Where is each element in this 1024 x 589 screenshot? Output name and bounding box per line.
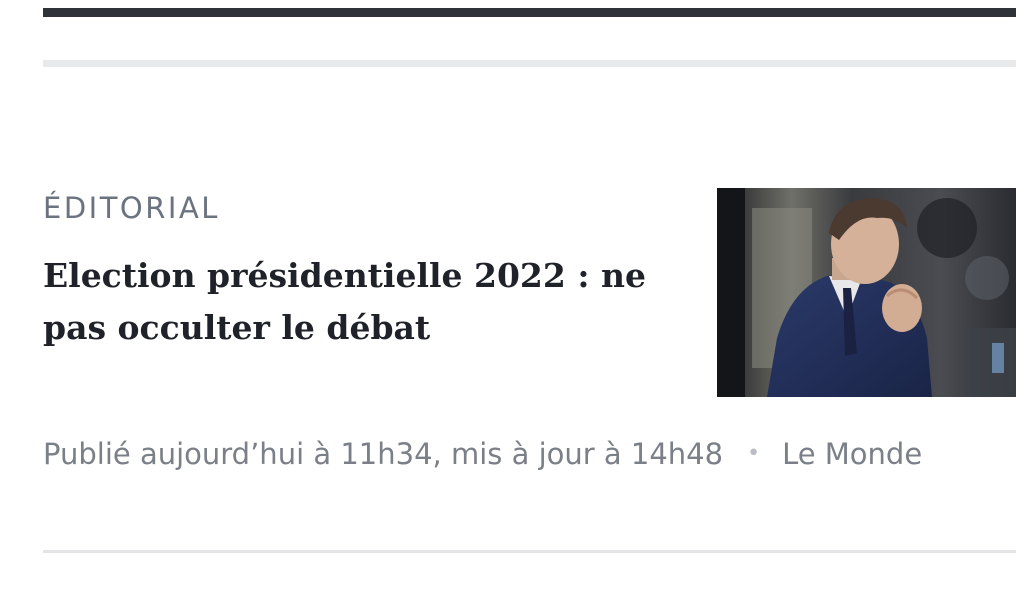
top-bar: [43, 8, 1016, 17]
article-headline[interactable]: Election présidentielle 2022 : ne pas oc…: [43, 250, 683, 354]
bottom-divider: [43, 550, 1016, 553]
article-thumbnail[interactable]: [717, 188, 1016, 397]
news-photo-icon: [717, 188, 1016, 397]
publish-time: Publié aujourd’hui à 11h34, mis à jour à…: [43, 437, 724, 471]
article-kicker: ÉDITORIAL: [43, 191, 220, 225]
article-source: Le Monde: [782, 437, 923, 471]
top-divider: [43, 60, 1016, 67]
article-meta: Publié aujourd’hui à 11h34, mis à jour à…: [43, 436, 922, 472]
meta-separator: •: [747, 441, 761, 466]
article-card[interactable]: ÉDITORIAL Election présidentielle 2022 :…: [43, 186, 1016, 486]
